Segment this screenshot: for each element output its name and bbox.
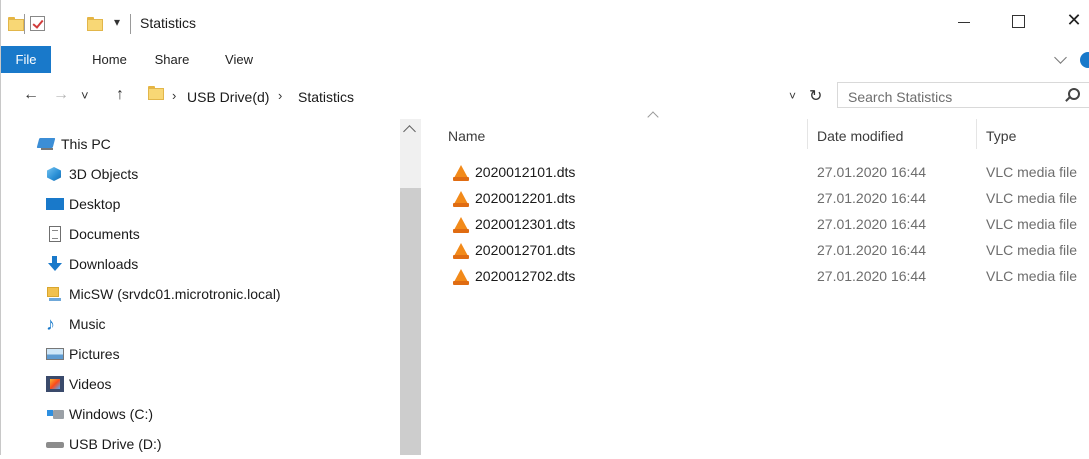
nav-pane-scroll-thumb[interactable] — [400, 188, 421, 455]
column-separator[interactable] — [976, 119, 977, 149]
quick-access-dropdown[interactable]: ▾ — [114, 15, 120, 29]
3d-objects-icon — [46, 166, 64, 182]
toolbar-separator — [130, 14, 131, 34]
sidebar-item-downloads[interactable]: Downloads — [46, 249, 138, 279]
table-row[interactable]: 2020012101.dts 27.01.2020 16:44 VLC medi… — [431, 161, 1089, 187]
file-date-modified: 27.01.2020 16:44 — [817, 164, 926, 180]
sidebar-item-label: MicSW (srvdc01.microtronic.local) — [69, 286, 281, 302]
sidebar-item-music[interactable]: ♪ Music — [46, 309, 106, 339]
sidebar-item-label: This PC — [61, 136, 111, 152]
music-icon: ♪ — [46, 314, 55, 334]
sidebar-item-label: Windows (C:) — [69, 406, 154, 422]
new-folder-icon[interactable] — [87, 14, 103, 34]
properties-check-icon[interactable] — [30, 16, 45, 31]
column-separator[interactable] — [807, 119, 808, 149]
sidebar-item-3d-objects[interactable]: 3D Objects — [46, 159, 138, 189]
breadcrumb-separator[interactable]: › — [278, 88, 282, 103]
tab-view[interactable]: View — [214, 46, 264, 73]
file-name: 2020012701.dts — [475, 242, 576, 258]
file-name: 2020012101.dts — [475, 164, 576, 180]
sidebar-item-label: Downloads — [69, 256, 139, 272]
file-date-modified: 27.01.2020 16:44 — [817, 190, 926, 206]
sidebar-item-this-pc[interactable]: This PC — [38, 129, 111, 159]
file-explorer-window: ▾ Statistics ✕ File Home Share View ← → … — [0, 0, 1089, 455]
file-type: VLC media file — [986, 268, 1078, 284]
vlc-file-icon — [453, 217, 469, 233]
file-type: VLC media file — [986, 242, 1078, 258]
breadcrumb-usb-drive[interactable]: USB Drive(d) — [187, 89, 269, 105]
sidebar-item-documents[interactable]: Documents — [46, 219, 140, 249]
up-button[interactable]: ↑ — [116, 86, 124, 104]
network-drive-icon — [46, 286, 64, 302]
recent-locations-button[interactable]: ˅ — [81, 88, 89, 103]
sidebar-item-label: Documents — [69, 226, 140, 242]
pictures-icon — [46, 346, 64, 362]
tab-share[interactable]: Share — [147, 46, 197, 73]
file-type: VLC media file — [986, 190, 1078, 206]
videos-icon — [46, 376, 64, 392]
sidebar-item-micsw[interactable]: MicSW (srvdc01.microtronic.local) — [46, 279, 281, 309]
search-placeholder[interactable]: Search Statistics — [848, 89, 952, 105]
breadcrumb-separator[interactable]: › — [172, 88, 176, 103]
file-type: VLC media file — [986, 216, 1078, 232]
vlc-file-icon — [453, 243, 469, 259]
sidebar-item-desktop[interactable]: Desktop — [46, 189, 120, 219]
ribbon-tabs: File Home Share View — [1, 46, 1089, 74]
breadcrumb-statistics[interactable]: Statistics — [298, 89, 354, 105]
usb-drive-icon — [46, 436, 64, 452]
documents-icon — [46, 226, 64, 242]
windows-drive-icon — [46, 406, 64, 422]
tab-home[interactable]: Home — [81, 46, 138, 73]
sidebar-item-label: Music — [69, 316, 106, 332]
sidebar-item-videos[interactable]: Videos — [46, 369, 112, 399]
sidebar-item-label: 3D Objects — [69, 166, 139, 182]
column-header-name[interactable]: Name — [448, 128, 485, 144]
column-header-type[interactable]: Type — [986, 128, 1016, 144]
sidebar-item-label: Desktop — [69, 196, 121, 212]
refresh-button[interactable]: ↻ — [809, 86, 822, 106]
sidebar-item-label: Videos — [69, 376, 112, 392]
forward-button[interactable]: → — [53, 86, 69, 104]
sidebar-item-windows-c[interactable]: Windows (C:) — [46, 399, 153, 429]
window-title: Statistics — [140, 15, 197, 31]
file-name: 2020012702.dts — [475, 268, 576, 284]
maximize-button[interactable] — [996, 0, 1042, 40]
toolbar-separator — [24, 14, 25, 34]
table-row[interactable]: 2020012702.dts 27.01.2020 16:44 VLC medi… — [431, 265, 1089, 291]
title-bar: ▾ Statistics ✕ — [1, 0, 1089, 46]
file-name: 2020012201.dts — [475, 190, 576, 206]
table-row[interactable]: 2020012201.dts 27.01.2020 16:44 VLC medi… — [431, 187, 1089, 213]
address-dropdown-button[interactable]: ˅ — [789, 89, 796, 103]
back-button[interactable]: ← — [23, 86, 39, 104]
column-header-date-modified[interactable]: Date modified — [817, 128, 903, 144]
table-row[interactable]: 2020012701.dts 27.01.2020 16:44 VLC medi… — [431, 239, 1089, 265]
file-date-modified: 27.01.2020 16:44 — [817, 216, 926, 232]
file-name: 2020012301.dts — [475, 216, 576, 232]
file-type: VLC media file — [986, 164, 1078, 180]
sidebar-item-label: Pictures — [69, 346, 120, 362]
search-icon[interactable] — [1068, 88, 1080, 100]
vlc-file-icon — [453, 191, 469, 207]
desktop-icon — [46, 196, 64, 212]
vlc-file-icon — [453, 165, 469, 181]
table-row[interactable]: 2020012301.dts 27.01.2020 16:44 VLC medi… — [431, 213, 1089, 239]
minimize-button[interactable] — [942, 0, 988, 40]
sidebar-item-pictures[interactable]: Pictures — [46, 339, 120, 369]
sidebar-item-label: USB Drive (D:) — [69, 436, 162, 452]
downloads-icon — [46, 256, 64, 272]
close-button[interactable]: ✕ — [1051, 0, 1089, 40]
expand-ribbon-icon[interactable] — [1054, 51, 1067, 64]
this-pc-icon — [38, 136, 56, 152]
file-date-modified: 27.01.2020 16:44 — [817, 242, 926, 258]
tab-file[interactable]: File — [1, 46, 51, 73]
vlc-file-icon — [453, 269, 469, 285]
address-folder-icon — [148, 86, 164, 100]
folder-icon — [8, 14, 24, 34]
help-icon[interactable] — [1080, 52, 1089, 68]
file-date-modified: 27.01.2020 16:44 — [817, 268, 926, 284]
